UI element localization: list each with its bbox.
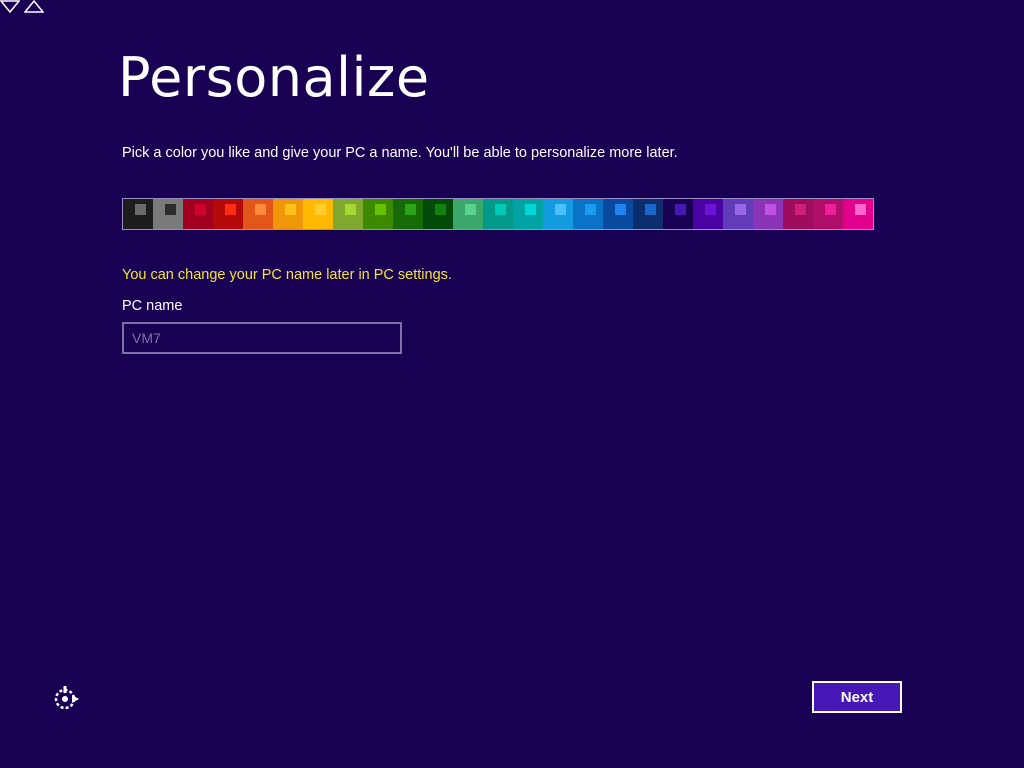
- color-swatch-dot: [675, 204, 686, 215]
- color-swatch-dot: [315, 204, 326, 215]
- color-swatch-dot: [495, 204, 506, 215]
- selected-color-marker-bottom-icon: [23, 0, 46, 13]
- selected-color-marker-top-icon: [0, 0, 21, 14]
- color-swatch[interactable]: [153, 199, 183, 229]
- next-button[interactable]: Next: [812, 681, 902, 713]
- color-swatch-dot: [795, 204, 806, 215]
- color-swatch[interactable]: [273, 199, 303, 229]
- color-swatch[interactable]: [753, 199, 783, 229]
- personalize-page: Personalize Pick a color you like and gi…: [0, 0, 1024, 768]
- color-swatch[interactable]: [843, 199, 873, 229]
- color-swatch-dot: [255, 204, 266, 215]
- color-swatch[interactable]: [423, 199, 453, 229]
- color-swatch-dot: [195, 204, 206, 215]
- color-swatch[interactable]: [183, 199, 213, 229]
- ease-of-access-icon[interactable]: [52, 684, 80, 712]
- color-picker[interactable]: [122, 198, 874, 230]
- color-swatch-dot: [165, 204, 176, 215]
- color-swatch[interactable]: [543, 199, 573, 229]
- color-swatch[interactable]: [603, 199, 633, 229]
- color-swatch[interactable]: [243, 199, 273, 229]
- color-swatch[interactable]: [213, 199, 243, 229]
- page-title: Personalize: [118, 46, 430, 109]
- color-swatch-dot: [735, 204, 746, 215]
- color-swatch[interactable]: [123, 199, 153, 229]
- color-swatch[interactable]: [813, 199, 843, 229]
- color-swatch[interactable]: [573, 199, 603, 229]
- color-swatch-dot: [225, 204, 236, 215]
- color-swatch-dot: [375, 204, 386, 215]
- pc-name-hint: You can change your PC name later in PC …: [122, 267, 452, 283]
- color-swatch[interactable]: [393, 199, 423, 229]
- color-swatch[interactable]: [453, 199, 483, 229]
- color-swatch-dot: [345, 204, 356, 215]
- color-swatch-dot: [435, 204, 446, 215]
- color-swatch[interactable]: [363, 199, 393, 229]
- color-swatch[interactable]: [663, 199, 693, 229]
- color-swatch-dot: [705, 204, 716, 215]
- color-swatch-dot: [405, 204, 416, 215]
- color-swatch[interactable]: [693, 199, 723, 229]
- color-swatch-dot: [465, 204, 476, 215]
- color-swatch-dot: [825, 204, 836, 215]
- color-swatch-dot: [585, 204, 596, 215]
- color-swatch[interactable]: [333, 199, 363, 229]
- color-swatch[interactable]: [633, 199, 663, 229]
- color-swatch-dot: [555, 204, 566, 215]
- color-swatch[interactable]: [783, 199, 813, 229]
- color-swatch[interactable]: [723, 199, 753, 229]
- color-swatch-dot: [645, 204, 656, 215]
- pc-name-input[interactable]: [122, 322, 402, 354]
- color-swatch[interactable]: [513, 199, 543, 229]
- color-swatch-dot: [135, 204, 146, 215]
- pc-name-label: PC name: [122, 298, 183, 314]
- color-swatch-dot: [765, 204, 776, 215]
- color-swatch-dot: [285, 204, 296, 215]
- color-swatch[interactable]: [483, 199, 513, 229]
- color-swatch-dot: [855, 204, 866, 215]
- color-swatch-dot: [525, 204, 536, 215]
- color-swatch-dot: [615, 204, 626, 215]
- instructions-text: Pick a color you like and give your PC a…: [122, 145, 678, 161]
- color-swatch[interactable]: [303, 199, 333, 229]
